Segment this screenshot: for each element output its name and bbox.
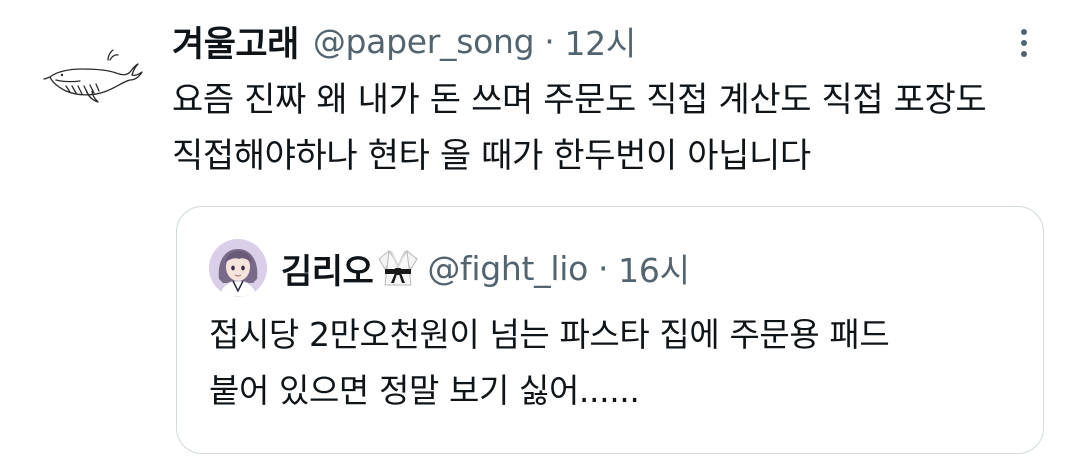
tweet[interactable]: 겨울고래 @paper_song · 12시 요즘 진짜 왜 내가 돈 쓰며 주…	[0, 0, 1080, 462]
quoted-tweet-card[interactable]: 김리오 @fight_lio · 16시 접시당 2만오천원이 넘는 파스타 집…	[176, 206, 1044, 454]
quote-header: 김리오 @fight_lio · 16시	[281, 243, 690, 293]
martial-arts-uniform-icon	[375, 245, 421, 291]
separator-dot: ·	[544, 21, 555, 61]
quote-avatar[interactable]	[209, 239, 267, 297]
timestamp[interactable]: 12시	[564, 17, 636, 65]
separator-dot: ·	[597, 248, 609, 288]
tweet-text: 요즘 진짜 왜 내가 돈 쓰며 주문도 직접 계산도 직접 포장도 직접해야하나…	[172, 72, 1052, 184]
display-name[interactable]: 겨울고래	[172, 16, 299, 67]
quote-handle[interactable]: @fight_lio	[427, 249, 588, 288]
more-vertical-icon	[1021, 29, 1027, 57]
quote-text-line: 접시당 2만오천원이 넘는 파스타 집에 주문용 패드	[209, 315, 890, 354]
handle[interactable]: @paper_song	[313, 22, 535, 61]
quote-display-name[interactable]: 김리오	[281, 244, 374, 293]
tweet-text-line: 직접해야하나 현타 올 때가 한두번이 아닙니다	[172, 136, 811, 176]
quote-text: 접시당 2만오천원이 넘는 파스타 집에 주문용 패드 붙어 있으면 정말 보기…	[209, 307, 1019, 419]
whale-avatar-icon[interactable]	[42, 42, 146, 112]
more-options-button[interactable]	[1006, 24, 1042, 64]
quote-timestamp[interactable]: 16시	[618, 244, 690, 292]
tweet-text-line: 요즘 진짜 왜 내가 돈 쓰며 주문도 직접 계산도 직접 포장도	[172, 80, 987, 120]
quote-text-line: 붙어 있으면 정말 보기 싫어......	[209, 371, 640, 410]
tweet-header: 겨울고래 @paper_song · 12시	[172, 16, 636, 66]
